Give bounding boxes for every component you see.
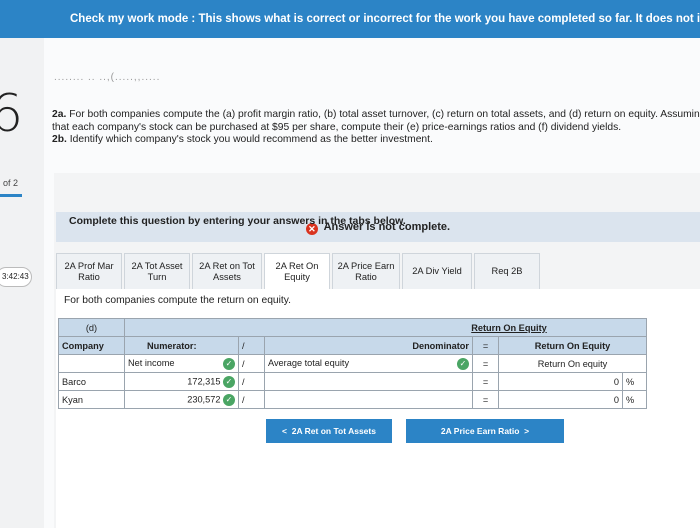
question-sidebar: 6 of 2 3:42:43: [0, 38, 44, 528]
result-header: Return On Equity: [498, 336, 647, 355]
numerator-label-cell: Net income ✓: [124, 354, 239, 373]
part-a-text: For both companies compute the (a) profi…: [52, 109, 700, 133]
tab-instruction: For both companies compute the return on…: [64, 295, 292, 306]
numerator-header: Numerator:: [124, 336, 239, 355]
slash-cell: /: [238, 372, 265, 391]
tab-label: 2A Price Earn: [337, 260, 395, 271]
denominator-input[interactable]: [264, 390, 473, 409]
tab-label: 2A Div Yield: [412, 266, 462, 276]
denominator-input[interactable]: [264, 372, 473, 391]
numerator-label: Net income: [128, 357, 175, 368]
problem-statement: 2a. For both companies compute the (a) p…: [52, 109, 700, 147]
company-name: Barco: [58, 372, 125, 391]
part-b-label: 2b.: [52, 134, 67, 145]
slash-cell: /: [238, 354, 265, 373]
company-name: Kyan: [58, 390, 125, 409]
equals-cell: =: [472, 372, 499, 391]
question-number: 6: [0, 84, 24, 144]
equals-cell: =: [472, 390, 499, 409]
next-tab-button[interactable]: 2A Price Earn Ratio >: [406, 419, 564, 443]
percent-unit: %: [622, 390, 647, 409]
tab-label: Turn: [147, 271, 167, 282]
chevron-left-icon: <: [282, 426, 287, 436]
company-header: Company: [58, 336, 125, 355]
tab-div-yield[interactable]: 2A Div Yield: [402, 253, 472, 289]
correct-check-icon: ✓: [223, 393, 235, 406]
complete-instruction: Complete this question by entering your …: [69, 215, 406, 227]
tab-tot-asset-turn[interactable]: 2A Tot Asset Turn: [124, 253, 190, 289]
correct-check-icon: ✓: [223, 375, 235, 388]
tab-price-earn-ratio[interactable]: 2A Price Earn Ratio: [332, 253, 400, 289]
slash-header: /: [238, 336, 265, 355]
slash-cell: /: [238, 390, 265, 409]
question-count: of 2: [3, 178, 19, 188]
tab-ret-on-tot-assets[interactable]: 2A Ret on Tot Assets: [192, 253, 262, 289]
table-row: Kyan 230,572 ✓ / = 0 %: [58, 390, 647, 409]
tab-ret-on-equity[interactable]: 2A Ret On Equity: [264, 253, 330, 289]
next-tab-label: 2A Price Earn Ratio: [440, 426, 520, 436]
tab-label: Ratio: [355, 271, 377, 282]
prev-tab-button[interactable]: < 2A Ret on Tot Assets: [266, 419, 392, 443]
correct-check-icon: ✓: [223, 357, 235, 370]
denominator-label: Average total equity: [268, 357, 350, 368]
tab-label: 2A Prof Mar: [64, 260, 114, 271]
table-row: Barco 172,315 ✓ / = 0 %: [58, 372, 647, 391]
numerator-input[interactable]: 172,315 ✓: [124, 372, 239, 391]
timer-badge: 3:42:43: [0, 267, 32, 287]
chevron-right-icon: >: [524, 426, 530, 436]
tab-label: Equity: [284, 271, 310, 282]
equals-cell: =: [472, 354, 499, 373]
tab-label: Assets: [213, 271, 241, 282]
denominator-label-cell: Average total equity ✓: [264, 354, 473, 373]
tab-req-2b[interactable]: Req 2B: [474, 253, 540, 289]
result-output: 0: [498, 390, 623, 409]
tab-label: 2A Ret On: [275, 260, 319, 271]
correct-check-icon: ✓: [457, 357, 469, 370]
percent-unit: %: [622, 372, 647, 391]
denominator-header: Denominator: [264, 336, 473, 355]
table-title: Return On Equity: [124, 318, 647, 337]
part-label-cell: (d): [58, 318, 125, 337]
return-on-equity-table: (d) Return On Equity Company Numerator: …: [58, 318, 647, 409]
prev-tab-label: 2A Ret on Tot Assets: [291, 426, 376, 436]
part-b-text: Identify which company's stock you would…: [69, 134, 433, 145]
tab-prof-mar-ratio[interactable]: 2A Prof Mar Ratio: [56, 253, 122, 289]
main-content: ........ .. ..,(.....,,..... 2a. For bot…: [44, 38, 700, 528]
check-my-work-banner: Check my work mode : This shows what is …: [0, 0, 700, 38]
result-label-cell: Return On equity: [498, 354, 647, 373]
part-a-label: 2a.: [52, 109, 67, 120]
blank-cell: [58, 354, 125, 373]
tab-label: Req 2B: [491, 266, 523, 276]
numerator-input[interactable]: 230,572 ✓: [124, 390, 239, 409]
tab-label: Ratio: [78, 271, 100, 282]
tab-label: 2A Ret on Tot: [199, 260, 255, 271]
scrolled-text-fragment: ........ .. ..,(.....,,.....: [54, 72, 161, 83]
result-output: 0: [498, 372, 623, 391]
tab-label: 2A Tot Asset: [131, 260, 183, 271]
progress-underline: [0, 194, 22, 197]
equals-header: =: [472, 336, 499, 355]
tab-bar: 2A Prof Mar Ratio 2A Tot Asset Turn 2A Ret…: [56, 253, 542, 289]
